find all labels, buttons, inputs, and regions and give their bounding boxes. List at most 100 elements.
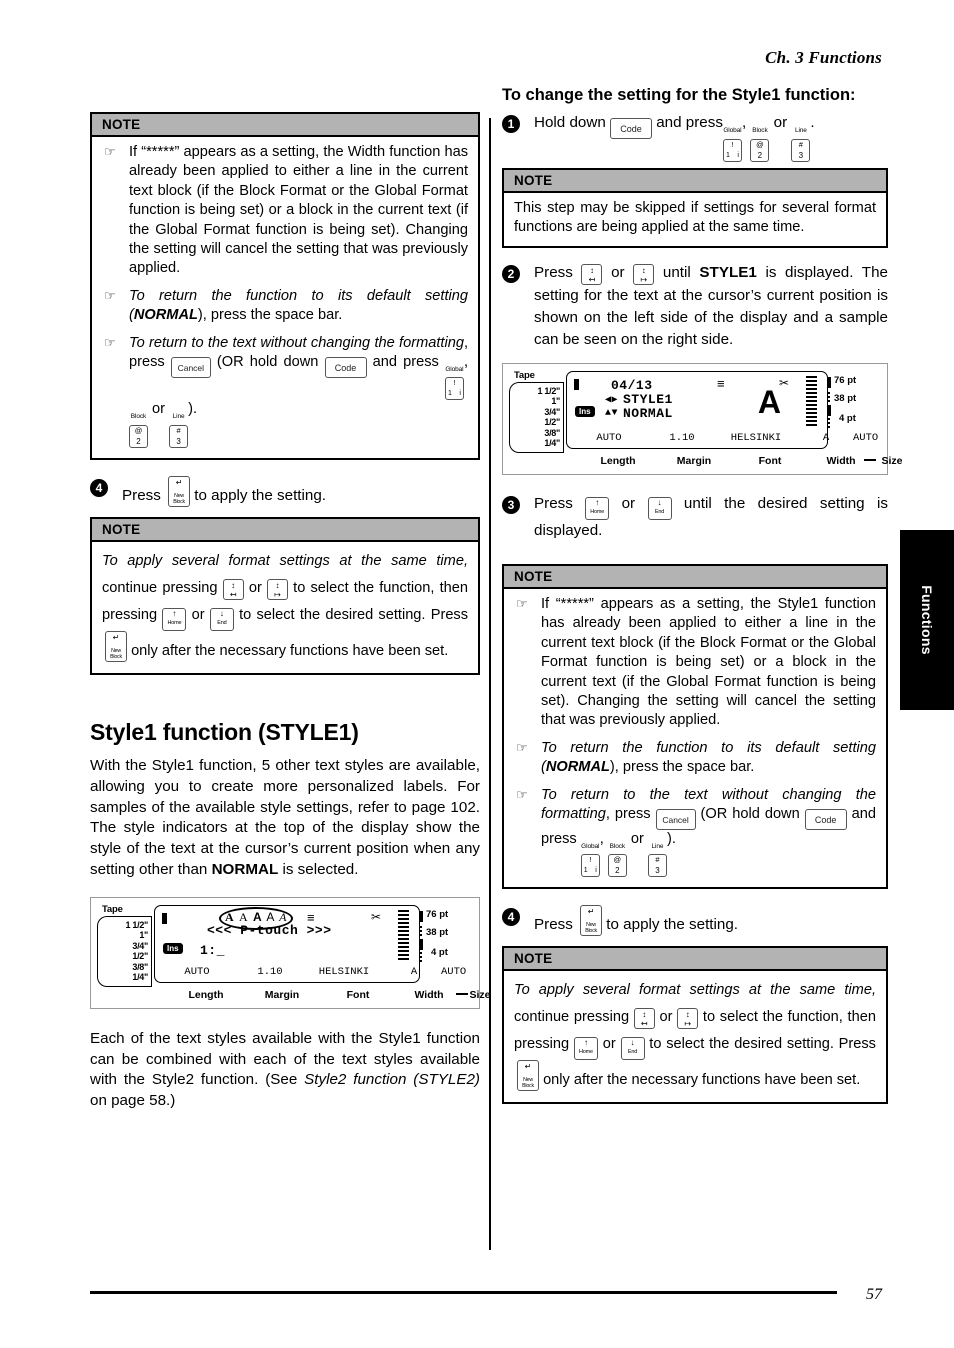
cursor-left-key-icon[interactable]: ↕ ↤ [581,263,603,285]
ins-badge: Ins [575,405,595,417]
cancel-key-icon[interactable]: Cancel [170,357,211,379]
running-head: Ch. 3 Functions [765,48,882,67]
end-key-icon[interactable]: ↓ End [209,607,234,631]
global-key-icon[interactable]: Global! 1 i [722,117,742,163]
key-bot-glyph: 3 [798,151,804,161]
line-key-icon[interactable]: Line #3 [647,835,667,878]
global-key-icon[interactable]: Global! 1 i [580,835,600,878]
key-label-line2: Block [173,498,185,505]
enter-arrow-icon: ↵ [587,907,595,917]
tape-width-list: 1 1/2" 1" 3/4" 1/2" 3/8" 1/4" [97,915,152,987]
note-box-style1: NOTE ☞ If “*****” appears as a setting, … [502,563,888,890]
home-key-icon[interactable]: ↑ Home [573,1037,598,1061]
bullet-text-tail: ). [666,831,676,848]
key-bot-right: i [459,390,461,398]
step-text: Press ↕ ↤ or ↕ ↦ until STYLE1 is displayed… [534,262,888,351]
tape-width-item: 1 1/2" [537,385,561,396]
bullet-text-sep2: or [626,831,648,848]
up-arrow-icon: ↑ [583,1038,588,1048]
step-text: Press ↑ Home or ↓ End until the desired se… [534,493,888,542]
block-key-icon[interactable]: Block @2 [607,835,627,878]
note-line2b: or [248,579,262,596]
key-top-glyph: # [798,140,803,150]
block-key-icon[interactable]: Block @2 [750,117,770,163]
lcd-function-name: STYLE1 [623,391,673,407]
key-bot-right: i [595,867,597,875]
code-key-icon[interactable]: Code [610,118,652,139]
cursor-left-key-icon[interactable]: ↕ ↤ [633,1008,655,1030]
lcd-figure-right: Tape 1 1/2" 1" 3/4" 1/2" 3/8" 1/4" ≡ ✂ 0… [502,362,903,475]
bullet-text: If “*****” appears as a setting, the Sty… [541,595,876,729]
step-text: Hold down Code and pressGlobal! 1 i, Block… [534,112,888,163]
note-line2c: to select the function, [293,579,435,596]
cursor-left-key-icon[interactable]: ↕ ↤ [222,578,244,600]
key-label-line2: Block [585,928,597,935]
key-bot-left: 1 [725,152,730,160]
manual-page: Ch. 3 Functions NOTE ☞ If “*****” appear… [0,0,954,1348]
key-top-glyph: # [176,425,181,435]
note-box-multi-left: NOTE To apply several format settings at… [90,516,480,675]
key-top-glyph: @ [134,425,143,435]
global-key-icon[interactable]: Global! 1 i [444,358,464,401]
key-label: End [654,508,665,515]
end-key-icon[interactable]: ↓ End [647,496,672,520]
cancel-key-icon[interactable]: Cancel [655,809,696,831]
lcd-screen: ≡ ✂ 04/13 ◀▶ STYLE1 ▲▼ NORMAL Ins A AUTO… [566,370,878,449]
lcd-status-row: AUTO 1.10 HELSINKI A AUTO [567,432,878,444]
tape-width-list: 1 1/2" 1" 3/4" 1/2" 3/8" 1/4" [509,381,564,453]
key-label: Home [590,508,605,515]
line-key-icon[interactable]: Line #3 [169,405,189,448]
new-block-key-icon[interactable]: ↵ New Block [514,1060,539,1092]
tape-width-item: 1/4" [544,438,560,449]
pt-scale-item: 38 pt [834,392,857,404]
note-line3c: to select the desired setting. [649,1036,834,1053]
note-body: To apply several format settings at the … [92,542,478,673]
cursor-right-key-icon[interactable]: ↕ ↦ [267,578,288,600]
new-block-key-icon[interactable]: ↵ New Block [577,905,603,937]
step-text: Press ↵ New Block to apply the setting. [534,905,888,937]
step-after-text: to apply the setting. [606,916,739,934]
new-block-key-icon[interactable]: ↵ New Block [102,630,127,662]
code-key-icon[interactable]: Code [804,809,847,831]
list-item: ☞ To return to the text without changing… [102,334,468,448]
code-key-icon[interactable]: Code [324,357,367,379]
key-top-glyph: @ [756,140,764,150]
key-caption: Line [172,413,185,421]
pt-scale-item: 76 pt [426,908,449,920]
cursor-right-key-icon[interactable]: ↕ ↦ [677,1008,699,1030]
step1-sep2: or [773,114,788,131]
legend-length: Length [600,454,636,467]
key-label-line2: Block [110,653,122,660]
note-header: NOTE [504,565,886,589]
legend-length: Length [188,988,224,1001]
new-block-key-icon[interactable]: ↵ New Block [165,475,191,507]
step-number: 2 [502,264,520,283]
step1-tail: . [810,114,815,131]
key-caption: Global [581,843,600,851]
key-bot-left: 1 [447,390,452,398]
block-key-icon[interactable]: Block @2 [129,405,148,448]
page-title: Style1 function (STYLE1) [90,718,359,745]
legend-leader-line [456,993,468,995]
down-arrow-icon: ↓ [219,608,224,618]
tape-width-item: 1/4" [132,972,148,983]
end-key-icon[interactable]: ↓ End [620,1037,645,1061]
home-key-icon[interactable]: ↑ Home [585,496,610,520]
step1-sep1: , [741,114,747,131]
list-item: ☞ If “*****” appears as a setting, the S… [514,595,876,731]
note-box-multi-right: NOTE To apply several format settings at… [502,946,888,1105]
outro-paragraph: Each of the text styles available with t… [90,1029,480,1112]
lr-arrow-icon: ◀▶ [605,394,619,406]
key-top-glyph: # [655,855,660,865]
home-key-icon[interactable]: ↑ Home [162,607,187,631]
legend-font: Font [758,454,782,467]
line-key-icon[interactable]: Line #3 [791,117,811,163]
lcd-status-row: AUTO 1.10 HELSINKI A AUTO [155,965,466,978]
right-column: To change the setting for the Style1 fun… [502,86,903,1105]
down-arrow-icon: ↓ [630,1038,635,1048]
cursor-right-key-icon[interactable]: ↕ ↦ [633,263,655,285]
lcd-screen: A A A A A ≡ ✂ <<< P-touch >>> Ins 1:_ AU… [154,904,466,983]
pt-scale-item: 4 pt [839,412,856,424]
status-margin: 1.10 [257,965,283,978]
bullet-text-bold: NORMAL [133,307,198,324]
